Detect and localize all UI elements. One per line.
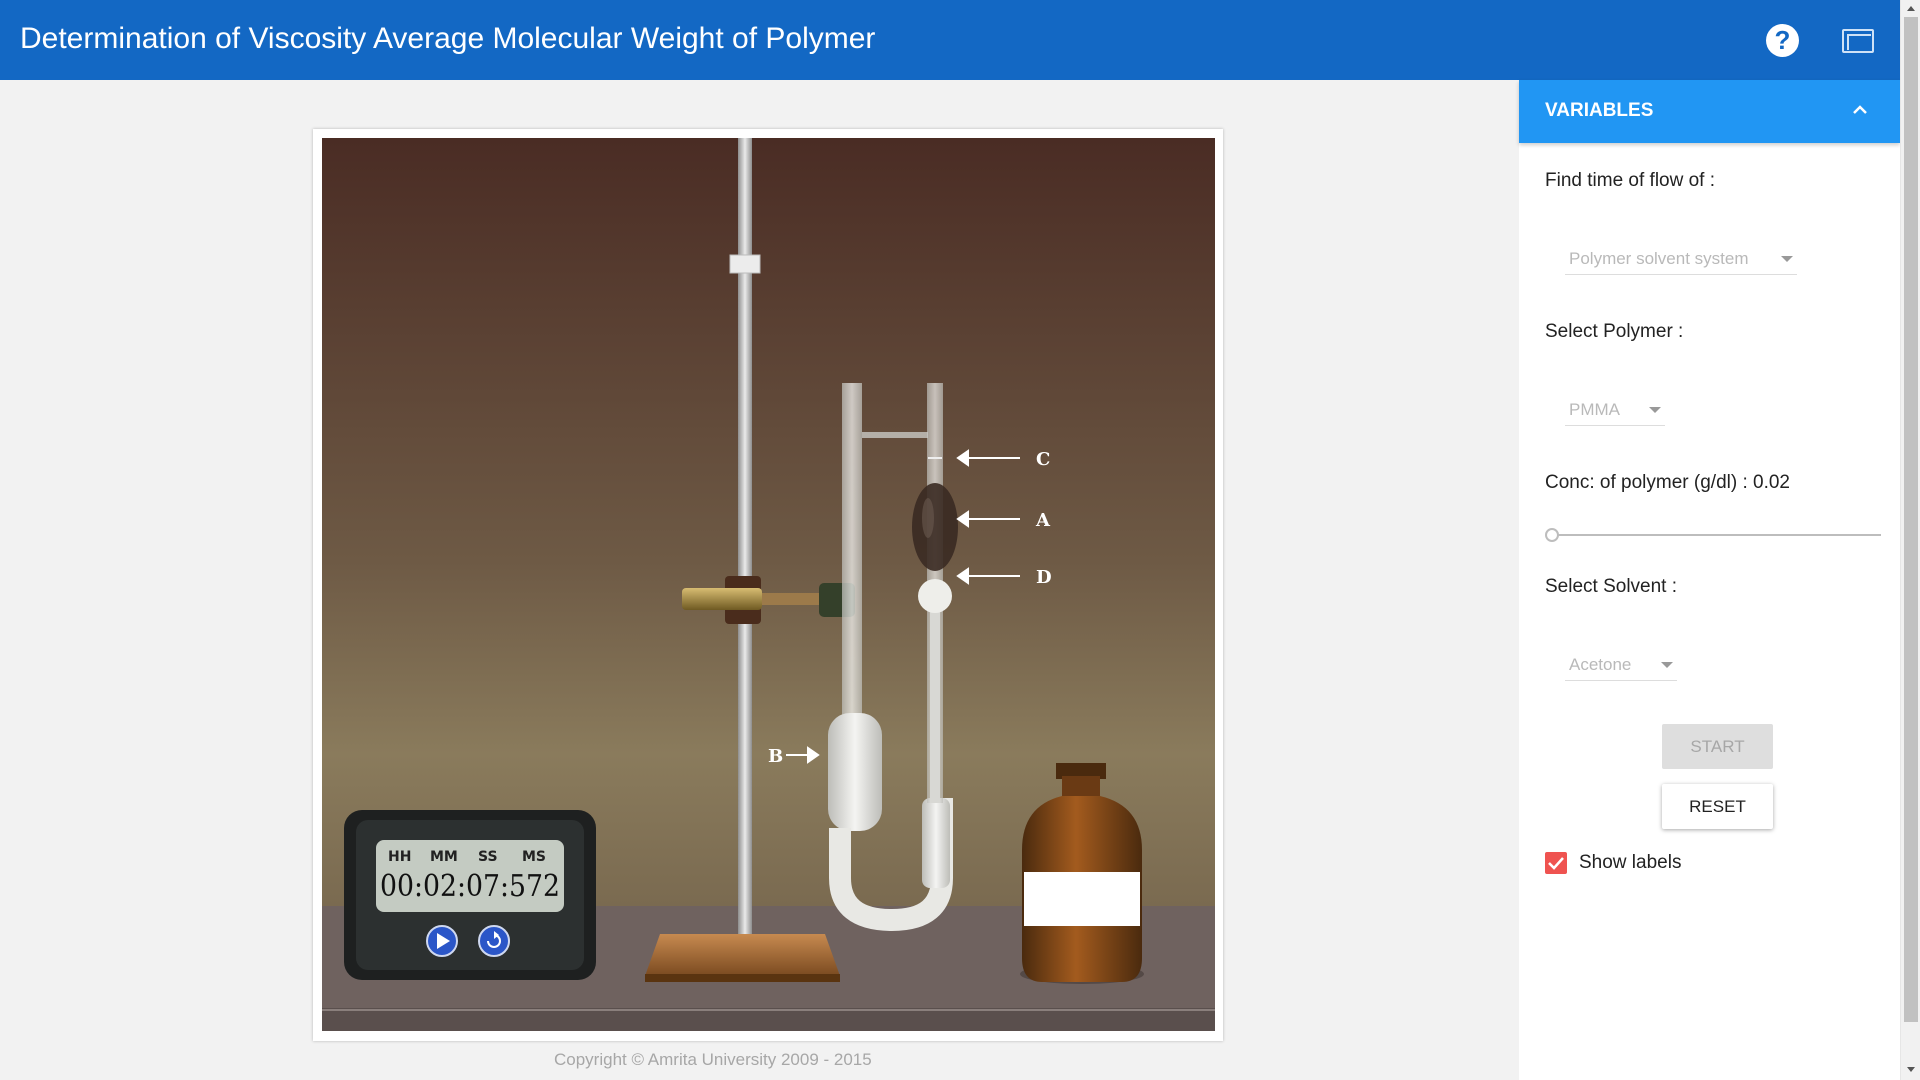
page-title: Determination of Viscosity Average Molec… bbox=[20, 22, 876, 55]
reset-button[interactable]: RESET bbox=[1662, 784, 1773, 829]
timer-display: 00:02:07:572 bbox=[380, 869, 560, 904]
select-polymer-label: Select Polymer : bbox=[1545, 321, 1684, 342]
scrollbar-thumb[interactable] bbox=[1904, 17, 1918, 1022]
timer-label-mm: MM bbox=[430, 849, 458, 865]
solvent-value: Acetone bbox=[1569, 655, 1632, 674]
label-c: C bbox=[1036, 449, 1050, 470]
scroll-up-icon[interactable] bbox=[1907, 6, 1915, 11]
dropdown-arrow-icon bbox=[1661, 662, 1673, 668]
find-time-value: Polymer solvent system bbox=[1569, 249, 1749, 268]
variables-title: VARIABLES bbox=[1545, 100, 1654, 121]
checkmark-icon bbox=[1548, 857, 1564, 870]
timer-label-ss: SS bbox=[478, 849, 498, 865]
dropdown-arrow-icon bbox=[1649, 407, 1661, 413]
timer-label-ms: MS bbox=[522, 849, 546, 865]
label-b: B bbox=[768, 746, 783, 767]
label-d: D bbox=[1036, 567, 1052, 588]
find-time-label: Find time of flow of : bbox=[1545, 170, 1716, 191]
variables-header[interactable]: VARIABLES bbox=[1519, 80, 1900, 143]
fullscreen-icon[interactable] bbox=[1842, 29, 1874, 53]
find-time-select[interactable]: Polymer solvent system bbox=[1565, 241, 1797, 275]
show-labels-checkbox[interactable] bbox=[1545, 852, 1567, 874]
variables-panel: VARIABLES Find time of flow of : Polymer… bbox=[1519, 80, 1900, 1080]
dropdown-arrow-icon bbox=[1781, 256, 1793, 262]
start-button[interactable]: START bbox=[1662, 724, 1773, 769]
simulation-canvas: C A D B HH MM SS MS 00:02:07:572 bbox=[322, 138, 1215, 1031]
page-scrollbar[interactable] bbox=[1900, 0, 1920, 1080]
conc-label: Conc: of polymer (g/dl) : 0.02 bbox=[1545, 472, 1790, 493]
solvent-select[interactable]: Acetone bbox=[1565, 647, 1677, 681]
polymer-select[interactable]: PMMA bbox=[1565, 392, 1665, 426]
simulation-frame: C A D B HH MM SS MS 00:02:07:572 bbox=[313, 129, 1223, 1041]
help-icon[interactable]: ? bbox=[1766, 24, 1799, 57]
select-solvent-label: Select Solvent : bbox=[1545, 576, 1678, 597]
top-bar: Determination of Viscosity Average Molec… bbox=[0, 0, 1900, 80]
slider-track bbox=[1553, 534, 1881, 536]
refresh-icon[interactable] bbox=[478, 925, 510, 957]
show-labels-label: Show labels bbox=[1579, 852, 1682, 873]
polymer-value: PMMA bbox=[1569, 400, 1620, 419]
play-icon[interactable] bbox=[426, 925, 458, 957]
chevron-up-icon[interactable] bbox=[1848, 98, 1872, 122]
scroll-down-icon[interactable] bbox=[1907, 1067, 1915, 1072]
copyright-text: Copyright © Amrita University 2009 - 201… bbox=[554, 1050, 872, 1069]
timer-label-hh: HH bbox=[388, 849, 411, 865]
label-a: A bbox=[1035, 510, 1051, 531]
conc-slider[interactable] bbox=[1545, 524, 1881, 546]
slider-knob[interactable] bbox=[1545, 528, 1559, 542]
